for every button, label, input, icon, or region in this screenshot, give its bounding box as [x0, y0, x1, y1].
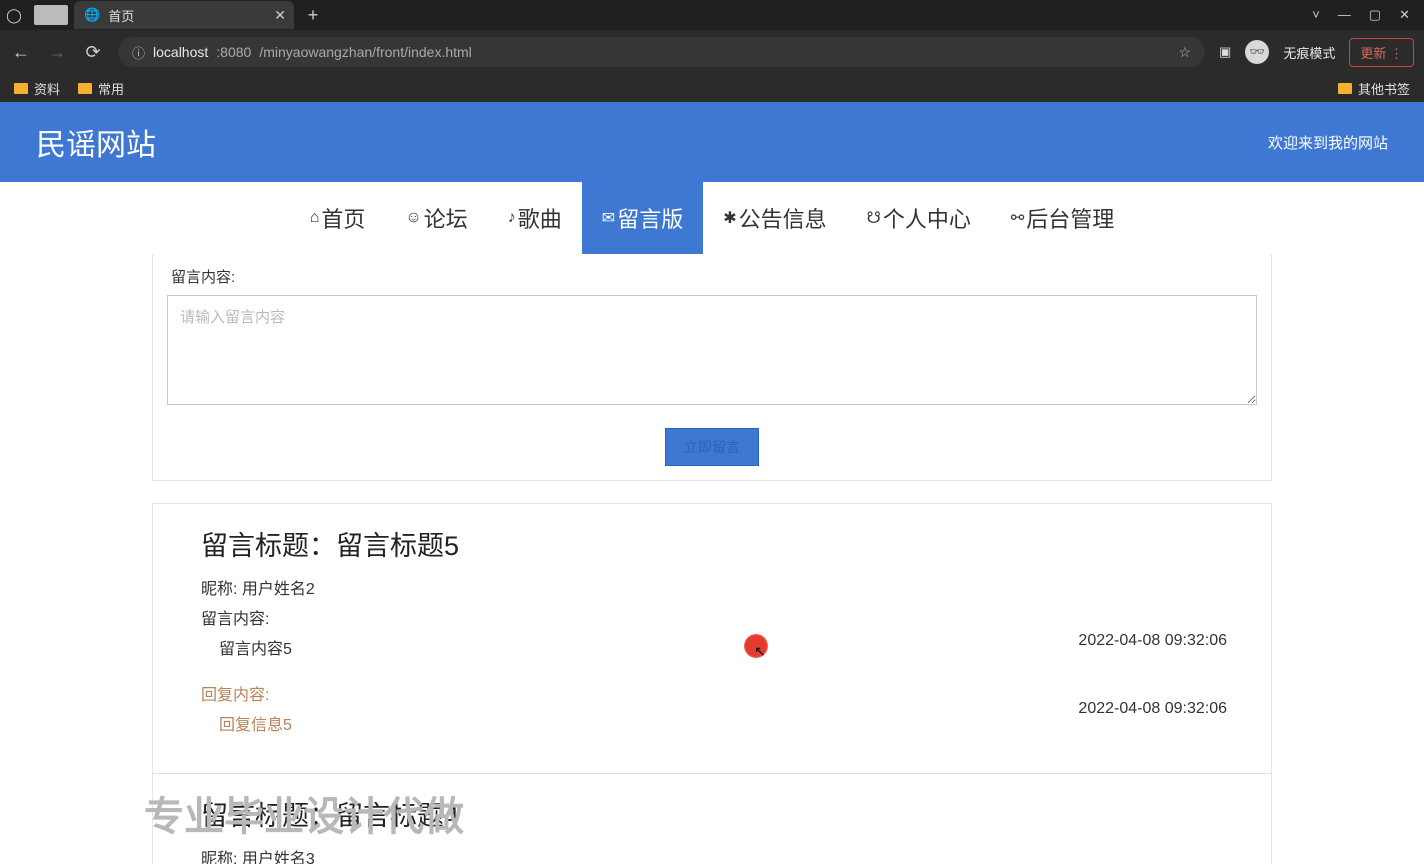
content-label-line: 留言内容:: [201, 605, 1223, 629]
folder-icon: [78, 83, 92, 94]
address-bar: ← → ⟳ ⓘ localhost :8080/minyaowangzhan/fr…: [0, 30, 1424, 74]
tab-left-icon[interactable]: ◯: [0, 1, 28, 29]
info-icon[interactable]: ⓘ: [132, 43, 145, 62]
folder-icon: [1338, 83, 1352, 94]
content-time: 2022-04-08 09:32:06: [1078, 632, 1227, 650]
panel-icon[interactable]: ▣: [1219, 44, 1231, 60]
site-header: 民谣网站 欢迎来到我的网站: [0, 102, 1424, 182]
music-icon: ♪: [508, 209, 516, 227]
url-path: /minyaowangzhan/front/index.html: [259, 44, 471, 60]
window-controls: ˅ — ▢ ✕: [1312, 7, 1424, 23]
nav-home[interactable]: ⌂首页: [290, 182, 386, 254]
update-button[interactable]: 更新 ⋮: [1349, 38, 1414, 67]
nav-forum[interactable]: ☺论坛: [385, 182, 487, 254]
link-icon: ⚯: [1011, 208, 1024, 228]
globe-icon: 🌐: [84, 7, 100, 23]
url-input[interactable]: ⓘ localhost :8080/minyaowangzhan/front/in…: [118, 37, 1205, 67]
new-tab-button[interactable]: +: [300, 2, 326, 28]
nav-user[interactable]: ☋个人中心: [847, 182, 991, 254]
browser-tab[interactable]: 🌐 首页 ✕: [74, 1, 294, 29]
nickname-line: 昵称: 用户姓名3: [201, 845, 1223, 864]
minimize-icon[interactable]: —: [1338, 7, 1351, 23]
bookmark-bar: 资料 常用 其他书签: [0, 74, 1424, 102]
url-host: localhost: [153, 44, 208, 60]
folder-icon: [14, 83, 28, 94]
message-item: 留言标题：留言标题4 昵称: 用户姓名3 留言内容: 留言内容4: [153, 774, 1271, 864]
browser-chrome: ◯ 🌐 首页 ✕ + ˅ — ▢ ✕ ← → ⟳ ⓘ localhost :808…: [0, 0, 1424, 102]
content-value: 留言内容5: [219, 635, 1223, 659]
star-icon[interactable]: ☆: [1178, 44, 1191, 61]
tab-left-square-icon[interactable]: [34, 5, 68, 25]
message-textarea[interactable]: [167, 295, 1257, 405]
reply-label: 回复内容:: [201, 681, 1223, 705]
bookmark-ziliao[interactable]: 资料: [14, 79, 60, 98]
chevron-down-icon[interactable]: ˅: [1312, 7, 1320, 23]
maximize-icon[interactable]: ▢: [1369, 7, 1381, 23]
tab-title: 首页: [108, 6, 134, 25]
page-viewport: 民谣网站 欢迎来到我的网站 ⌂首页 ☺论坛 ♪歌曲 ✉留言版 ✱公告信息 ☋个人…: [0, 102, 1424, 864]
close-window-icon[interactable]: ✕: [1399, 7, 1410, 23]
message-title: 留言标题：留言标题5: [201, 524, 1223, 563]
nav-songs[interactable]: ♪歌曲: [488, 182, 582, 254]
url-port: :8080: [216, 44, 251, 60]
reload-button[interactable]: ⟳: [82, 41, 104, 63]
notice-icon: ✱: [723, 208, 736, 228]
message-form-card: 留言内容: 立即留言: [152, 254, 1272, 481]
submit-button[interactable]: 立即留言: [665, 428, 759, 466]
close-icon[interactable]: ✕: [274, 7, 286, 24]
site-welcome: 欢迎来到我的网站: [1268, 132, 1388, 153]
home-icon: ⌂: [310, 209, 320, 227]
incognito-label: 无痕模式: [1283, 43, 1335, 62]
bookmark-other[interactable]: 其他书签: [1338, 79, 1410, 98]
forum-icon: ☺: [405, 209, 421, 227]
tab-bar: ◯ 🌐 首页 ✕ + ˅ — ▢ ✕: [0, 0, 1424, 30]
content-label: 留言内容:: [171, 266, 1257, 287]
nav-admin[interactable]: ⚯后台管理: [991, 182, 1134, 254]
message-list: 留言标题：留言标题5 昵称: 用户姓名2 留言内容: 留言内容5 2022-04…: [152, 503, 1272, 864]
bookmark-changyong[interactable]: 常用: [78, 79, 124, 98]
main-nav: ⌂首页 ☺论坛 ♪歌曲 ✉留言版 ✱公告信息 ☋个人中心 ⚯后台管理: [0, 182, 1424, 254]
nav-board[interactable]: ✉留言版: [582, 182, 703, 254]
incognito-icon[interactable]: 👓: [1245, 40, 1269, 64]
message-item: 留言标题：留言标题5 昵称: 用户姓名2 留言内容: 留言内容5 2022-04…: [153, 504, 1271, 774]
mail-icon: ✉: [602, 208, 615, 228]
reply-value: 回复信息5: [219, 711, 1223, 735]
user-icon: ☋: [867, 208, 881, 228]
site-title: 民谣网站: [36, 120, 156, 164]
reply-time: 2022-04-08 09:32:06: [1078, 700, 1227, 718]
back-button[interactable]: ←: [10, 41, 32, 63]
forward-button[interactable]: →: [46, 41, 68, 63]
nickname-line: 昵称: 用户姓名2: [201, 575, 1223, 599]
nav-notice[interactable]: ✱公告信息: [703, 182, 846, 254]
message-title: 留言标题：留言标题4: [201, 794, 1223, 833]
